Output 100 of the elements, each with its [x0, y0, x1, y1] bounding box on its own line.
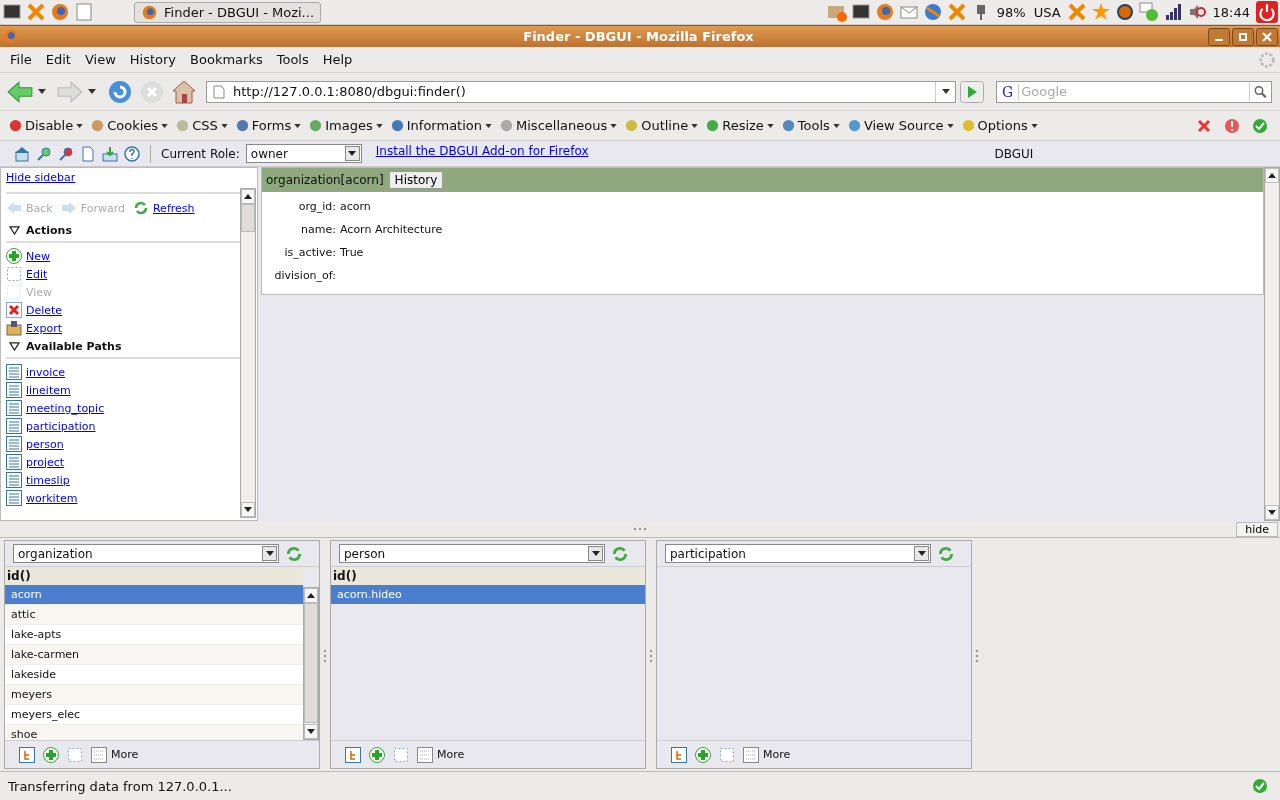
column-header[interactable]: id(): [331, 567, 645, 585]
list-row[interactable]: meyers: [5, 685, 303, 705]
action-link[interactable]: lineitem: [26, 383, 71, 397]
caret-icon[interactable]: [946, 123, 954, 128]
expanded-triangle-icon[interactable]: [9, 226, 20, 235]
menu-item[interactable]: Tools: [269, 52, 316, 67]
toolbar-menu-button[interactable]: View Source: [863, 118, 944, 133]
power-icon[interactable]: [1256, 1, 1278, 23]
document-icon[interactable]: [80, 145, 96, 162]
star-icon[interactable]: [1090, 2, 1111, 22]
scrollbar[interactable]: [240, 188, 256, 518]
terminal-icon[interactable]: [850, 2, 871, 22]
menu-item[interactable]: Help: [315, 52, 360, 67]
down-arrow-icon[interactable]: [244, 507, 252, 512]
toolbar-icon[interactable]: [705, 118, 721, 133]
section-header[interactable]: Available Paths: [26, 340, 122, 353]
go-button[interactable]: [960, 80, 984, 103]
caret-icon[interactable]: [766, 123, 774, 128]
toolbar-icon[interactable]: [8, 118, 23, 133]
list-row[interactable]: lake-apts: [5, 625, 303, 645]
hide-sidebar-link[interactable]: Hide sidebar: [1, 168, 81, 184]
menu-item[interactable]: Bookmarks: [183, 52, 270, 67]
caret-icon[interactable]: [76, 123, 84, 128]
maximize-button[interactable]: [1232, 27, 1254, 46]
refresh-icon[interactable]: [611, 544, 629, 563]
firefox-icon[interactable]: [50, 2, 70, 22]
tools-icon[interactable]: [946, 2, 967, 22]
plus-icon[interactable]: [369, 746, 385, 763]
menu-item[interactable]: History: [122, 52, 184, 67]
up-arrow-icon[interactable]: [1268, 173, 1276, 178]
toolbar-menu-button[interactable]: Resize: [722, 118, 764, 133]
caret-icon[interactable]: [294, 123, 302, 128]
splitter-grip[interactable]: [632, 527, 648, 531]
history-button[interactable]: History: [388, 171, 444, 189]
toolbar-icon[interactable]: [499, 118, 515, 133]
keyboard-layout[interactable]: USA: [1031, 4, 1063, 20]
tree-icon[interactable]: [19, 746, 35, 763]
toolbar-menu-button[interactable]: Information: [406, 118, 483, 133]
addon-link[interactable]: Install the DBGUI Add-on for Firefox: [375, 144, 589, 158]
caret-icon[interactable]: [917, 551, 926, 556]
close-button[interactable]: [1256, 27, 1278, 46]
type-select[interactable]: person: [339, 544, 605, 563]
scroll-thumb[interactable]: [241, 204, 255, 232]
refresh-icon[interactable]: [132, 200, 149, 216]
toolbar-menu-button[interactable]: Cookies: [107, 118, 159, 133]
list-row[interactable]: acorn.hideo: [331, 585, 645, 605]
action-link[interactable]: invoice: [26, 365, 66, 379]
notification-icon[interactable]: [1114, 2, 1135, 22]
more-button[interactable]: More: [111, 748, 139, 761]
minimize-button[interactable]: [1208, 27, 1230, 46]
caret-icon[interactable]: [220, 123, 228, 128]
grid-icon[interactable]: [417, 746, 433, 763]
list-row[interactable]: lakeside: [5, 665, 303, 685]
menu-item[interactable]: Edit: [38, 52, 78, 67]
up-arrow-icon[interactable]: [244, 194, 252, 199]
help-icon[interactable]: [124, 145, 140, 162]
refresh-icon[interactable]: [285, 544, 303, 563]
refresh-icon[interactable]: [937, 544, 955, 563]
column-header[interactable]: id(): [5, 567, 303, 585]
frame-icon[interactable]: [393, 746, 409, 763]
nav-link[interactable]: Refresh: [152, 201, 195, 215]
list-row[interactable]: acorn: [5, 585, 303, 605]
plus-icon[interactable]: [695, 746, 711, 763]
action-link[interactable]: workitem: [26, 491, 78, 505]
search-box[interactable]: G Google: [996, 80, 1272, 103]
role-select[interactable]: owner: [245, 144, 362, 163]
caret-icon[interactable]: [610, 123, 618, 128]
taskbar-button[interactable]: Finder - DBGUI - Mozi...: [134, 1, 321, 23]
caret-icon[interactable]: [485, 123, 493, 128]
download-icon[interactable]: [102, 145, 118, 162]
action-link[interactable]: meeting_topic: [26, 401, 105, 415]
splitter-grip[interactable]: [975, 648, 979, 664]
tree-icon[interactable]: [345, 746, 361, 763]
document-icon[interactable]: [74, 2, 94, 22]
down-arrow-icon[interactable]: [307, 729, 315, 734]
error-icon[interactable]: [1196, 117, 1212, 134]
action-link[interactable]: Export: [26, 321, 62, 335]
scrollbar[interactable]: [1264, 167, 1280, 521]
splitter-grip[interactable]: [323, 648, 327, 664]
toolbar-menu-button[interactable]: Tools: [797, 118, 830, 133]
caret-icon[interactable]: [348, 151, 357, 156]
toolbar-icon[interactable]: [846, 118, 862, 133]
tools-icon[interactable]: [1066, 2, 1087, 22]
action-link[interactable]: New: [26, 249, 50, 263]
reload-button[interactable]: [106, 78, 134, 105]
type-select[interactable]: participation: [665, 544, 931, 563]
more-button[interactable]: More: [437, 748, 465, 761]
menu-item[interactable]: View: [77, 52, 123, 67]
caret-icon[interactable]: [88, 89, 96, 94]
splitter-grip[interactable]: [649, 648, 653, 664]
list-row[interactable]: attic: [5, 605, 303, 625]
toolbar-menu-button[interactable]: Options: [977, 118, 1028, 133]
menu-item[interactable]: File: [3, 52, 39, 67]
toolbar-icon[interactable]: [234, 118, 250, 133]
toolbar-icon[interactable]: [389, 118, 405, 133]
caret-icon[interactable]: [941, 89, 950, 94]
grid-icon[interactable]: [743, 746, 759, 763]
more-button[interactable]: More: [763, 748, 791, 761]
terminal-icon[interactable]: [2, 2, 22, 22]
caret-icon[interactable]: [161, 123, 169, 128]
